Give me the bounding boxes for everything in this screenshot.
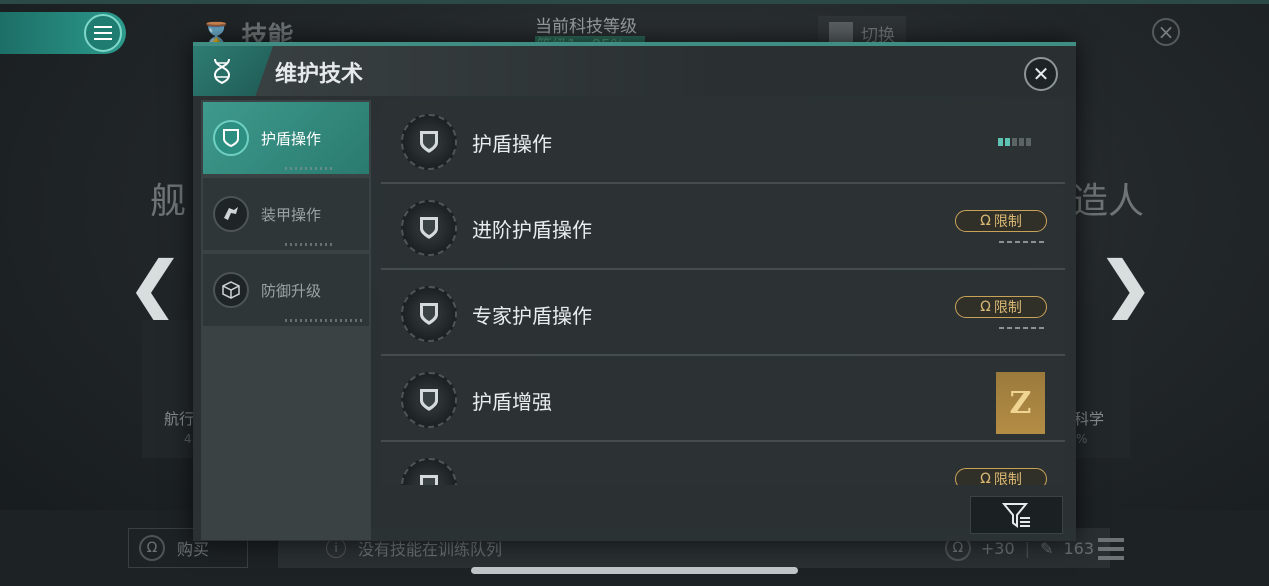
filter-icon (1001, 503, 1030, 528)
skill-level-indicator (998, 138, 1031, 146)
maintenance-tech-modal: 维护技术 ✕ 护盾操作 装甲操作 防御升级 护盾操作 进阶护盾操作 Ω 限制 专… (193, 42, 1076, 541)
right-card-sub: % (1076, 432, 1088, 446)
sidebar-item-defense-upgrade[interactable]: 防御升级 (203, 254, 369, 326)
category-sidebar: 护盾操作 装甲操作 防御升级 (201, 100, 371, 540)
limit-badge: Ω 限制 (955, 468, 1047, 485)
sidebar-item-dots (285, 319, 365, 322)
previous-arrow-icon[interactable]: ❮ (126, 252, 185, 322)
omega-icon: Ω (980, 213, 991, 229)
sidebar-item-label: 装甲操作 (261, 205, 322, 224)
switch-icon (829, 22, 853, 44)
sidebar-item-label: 护盾操作 (261, 129, 322, 148)
shield-icon (401, 286, 457, 342)
left-side-heading: 舰 (150, 181, 187, 222)
sidebar-item-label: 防御升级 (261, 281, 322, 300)
modal-title: 维护技术 (275, 62, 364, 87)
queue-omega-value: +30 (980, 538, 1015, 558)
skill-row-advanced-shield-operation[interactable]: 进阶护盾操作 Ω 限制 (381, 186, 1065, 270)
close-icon[interactable]: ✕ (1024, 57, 1058, 91)
syringe-icon: ✎ (1040, 538, 1054, 558)
sidebar-item-dots (285, 243, 333, 246)
limit-badge: Ω 限制 (955, 296, 1047, 318)
shield-icon (401, 114, 457, 170)
sidebar-item-shield-operation[interactable]: 护盾操作 (203, 102, 369, 174)
main-menu-button[interactable] (84, 14, 122, 52)
shield-icon (213, 120, 249, 156)
skill-level-indicator (999, 327, 1045, 329)
left-card-label: 航行 (164, 410, 195, 428)
armor-icon (213, 196, 249, 232)
sidebar-item-dots (285, 167, 333, 170)
dna-icon (193, 46, 273, 96)
hamburger-icon (94, 32, 112, 34)
skill-row-partial[interactable]: Ω 限制 (381, 444, 1065, 485)
skill-row-shield-enhancement[interactable]: 护盾增强 Z (381, 358, 1065, 442)
sidebar-item-armor-operation[interactable]: 装甲操作 (203, 178, 369, 250)
home-indicator (471, 567, 798, 574)
skill-name: 进阶护盾操作 (472, 218, 592, 242)
next-arrow-icon[interactable]: ❯ (1096, 252, 1155, 322)
queue-menu-icon[interactable] (1098, 538, 1124, 560)
skill-row-expert-shield-operation[interactable]: 专家护盾操作 Ω 限制 (381, 272, 1065, 356)
divider: | (1024, 538, 1031, 558)
skill-name: 护盾操作 (472, 132, 552, 156)
skill-name: 专家护盾操作 (472, 304, 592, 328)
modal-header: 维护技术 ✕ (193, 46, 1076, 96)
right-card-label: 科学 (1074, 410, 1105, 428)
skill-list: 护盾操作 进阶护盾操作 Ω 限制 专家护盾操作 Ω 限制 护盾增强 Z Ω 限制 (381, 100, 1065, 485)
cube-icon (213, 272, 249, 308)
skill-row-shield-operation[interactable]: 护盾操作 (381, 100, 1065, 184)
omega-icon: Ω (139, 535, 165, 561)
limit-badge: Ω 限制 (955, 210, 1047, 232)
shield-icon (401, 458, 457, 485)
info-icon: i (326, 538, 346, 558)
right-side-heading: 造人 (1072, 181, 1145, 222)
filter-button[interactable] (970, 496, 1063, 534)
shield-icon (401, 200, 457, 256)
skill-level-indicator (999, 241, 1045, 243)
background-close-icon[interactable]: × (1152, 18, 1180, 46)
omega-icon: Ω (980, 299, 991, 315)
omega-icon: Ω (980, 471, 991, 485)
top-accent-line (0, 0, 1269, 4)
queue-count: 163 (1063, 538, 1094, 558)
skill-name: 护盾增强 (472, 390, 552, 414)
z-badge: Z (996, 372, 1045, 434)
shield-icon (401, 372, 457, 428)
